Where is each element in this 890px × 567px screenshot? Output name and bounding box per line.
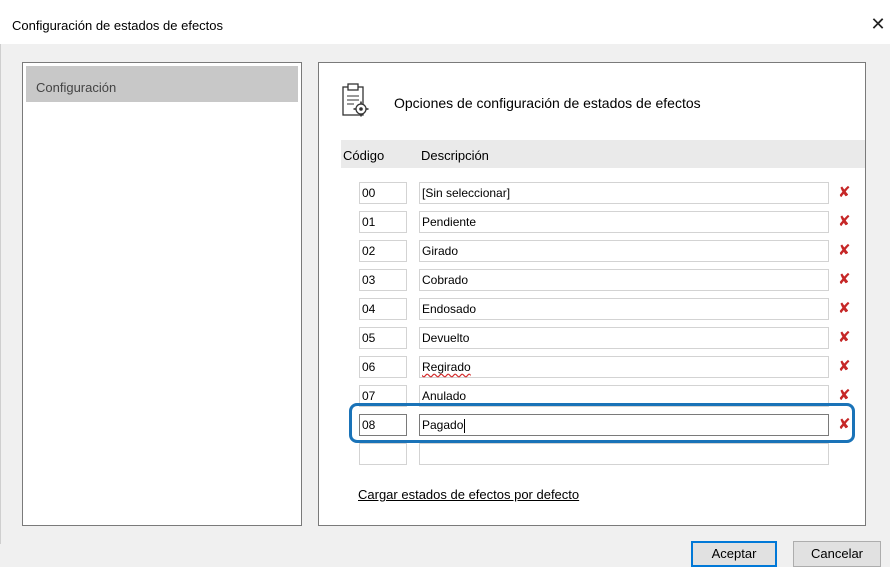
window-border	[0, 44, 1, 544]
delete-icon[interactable]: ✘	[838, 271, 851, 287]
title-bar: Configuración de estados de efectos ✕	[0, 0, 890, 44]
code-field[interactable]: 02	[359, 240, 407, 262]
description-field[interactable]: [Sin seleccionar]	[419, 182, 829, 204]
table-row: 05 Devuelto ✘	[359, 327, 851, 349]
table-row: 03 Cobrado ✘	[359, 269, 851, 291]
column-header: Código Descripción	[341, 140, 865, 168]
code-field[interactable]: 06	[359, 356, 407, 378]
delete-icon[interactable]: ✘	[838, 184, 851, 200]
description-field[interactable]	[419, 443, 829, 465]
description-field[interactable]: Devuelto	[419, 327, 829, 349]
code-field[interactable]: 05	[359, 327, 407, 349]
column-description: Descripción	[421, 148, 489, 163]
panel-header: Opciones de configuración de estados de …	[394, 95, 701, 111]
cancel-button[interactable]: Cancelar	[793, 541, 881, 567]
delete-icon[interactable]: ✘	[838, 300, 851, 316]
window-title: Configuración de estados de efectos	[12, 18, 224, 33]
delete-icon[interactable]: ✘	[838, 387, 851, 403]
description-field[interactable]: Girado	[419, 240, 829, 262]
table-row: 04 Endosado ✘	[359, 298, 851, 320]
column-code: Código	[343, 148, 385, 163]
code-field[interactable]: 01	[359, 211, 407, 233]
delete-icon[interactable]: ✘	[838, 242, 851, 258]
nav-item-label: Configuración	[36, 80, 117, 95]
description-field[interactable]: Pendiente	[419, 211, 829, 233]
code-field[interactable]: 00	[359, 182, 407, 204]
description-field[interactable]: Cobrado	[419, 269, 829, 291]
configuration-panel: Opciones de configuración de estados de …	[318, 62, 866, 526]
table-row: 01 Pendiente ✘	[359, 211, 851, 233]
settings-document-icon	[342, 83, 369, 117]
load-defaults-link[interactable]: Cargar estados de efectos por defecto	[358, 487, 579, 502]
code-field[interactable]	[359, 443, 407, 465]
description-field[interactable]: Regirado	[419, 356, 829, 378]
spellcheck-text: Regirado	[422, 360, 471, 374]
row-highlight	[349, 403, 855, 443]
delete-icon[interactable]: ✘	[838, 329, 851, 345]
table-row: 02 Girado ✘	[359, 240, 851, 262]
table-row: 00 [Sin seleccionar] ✘	[359, 182, 851, 204]
code-field[interactable]: 03	[359, 269, 407, 291]
close-icon[interactable]: ✕	[868, 14, 888, 34]
nav-item-configuracion[interactable]: Configuración	[26, 66, 298, 102]
code-field[interactable]: 04	[359, 298, 407, 320]
table-row-new	[359, 443, 849, 465]
accept-button[interactable]: Aceptar	[691, 541, 777, 567]
delete-icon[interactable]: ✘	[838, 358, 851, 374]
table-row: 06 Regirado ✘	[359, 356, 851, 378]
description-field[interactable]: Endosado	[419, 298, 829, 320]
delete-icon[interactable]: ✘	[838, 213, 851, 229]
navigation-panel: Configuración	[22, 62, 302, 526]
